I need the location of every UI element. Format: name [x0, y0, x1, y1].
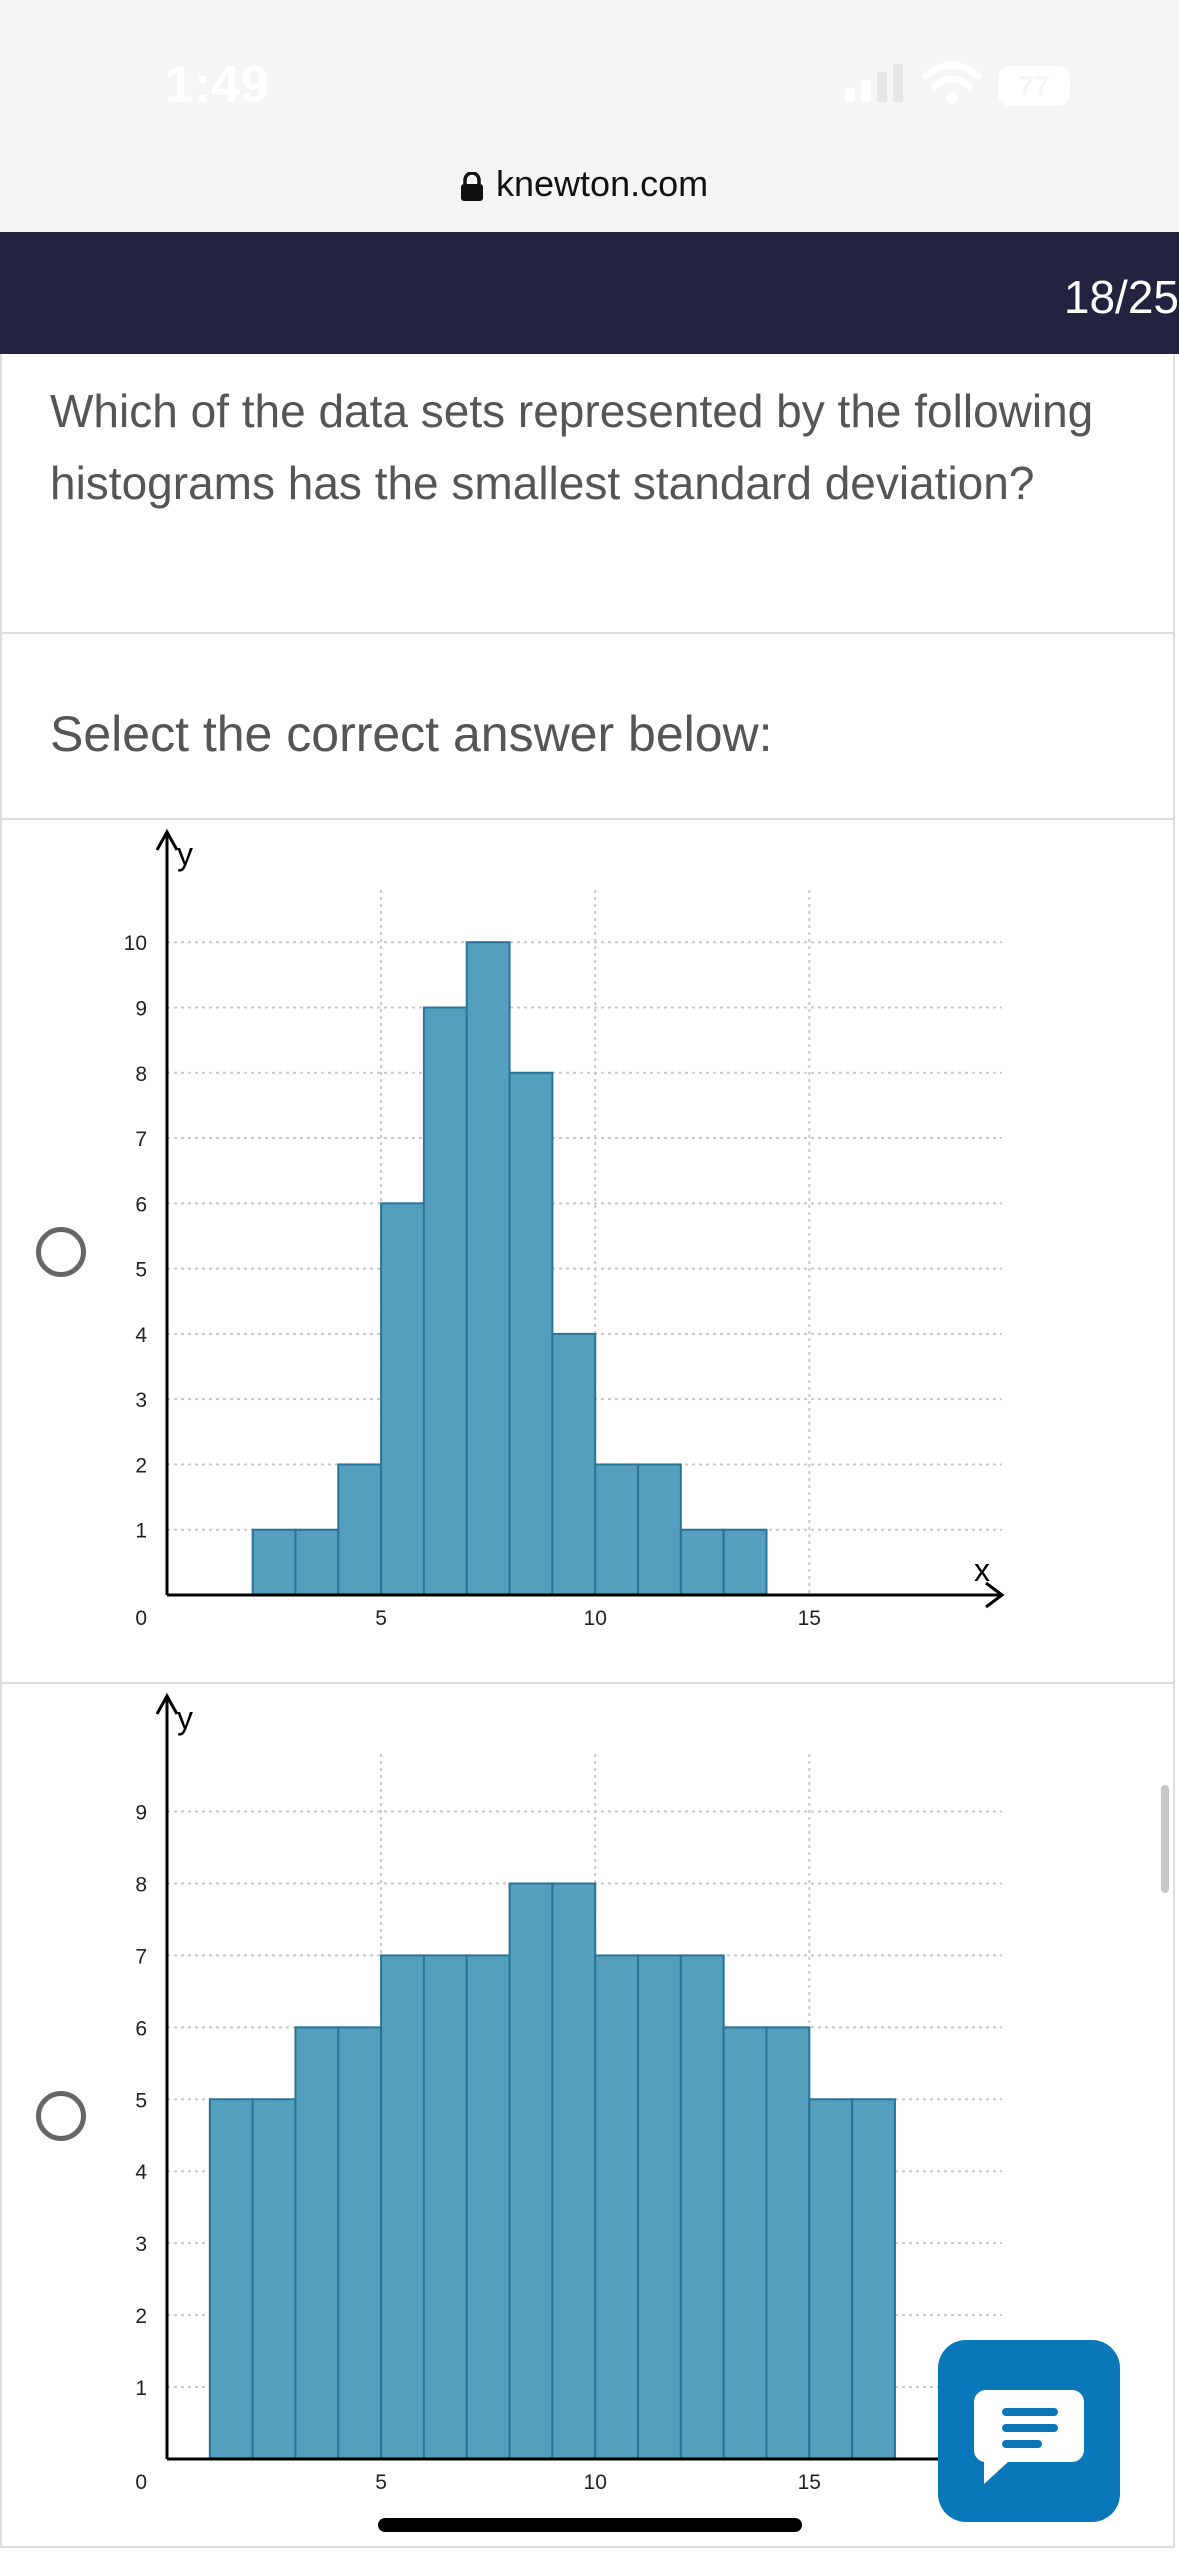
histogram-bar — [380, 1954, 425, 2460]
lock-icon — [461, 172, 483, 201]
histogram-bar — [594, 1463, 640, 1597]
x-tick-label: 15 — [798, 2471, 821, 2494]
y-tick-label: 9 — [135, 1802, 147, 1825]
histogram-bar — [251, 2098, 297, 2460]
x-axis-label: x — [974, 1552, 990, 1588]
answer-option-1[interactable]: y x 1 2 3 4 5 6 7 8 9 10 0 5 10 15 — [0, 820, 1175, 1684]
quiz-header — [0, 232, 1179, 354]
y-tick-label: 7 — [135, 1128, 147, 1151]
x-tick-label: 15 — [798, 1607, 821, 1630]
wifi-icon — [922, 61, 982, 104]
histogram-bar — [551, 1882, 597, 2460]
y-tick-label: 6 — [135, 2017, 147, 2040]
histogram-bar — [294, 1528, 340, 1597]
y-tick-label: 7 — [135, 1945, 147, 1968]
histogram-bar — [722, 1528, 768, 1597]
histogram-bar — [380, 1202, 425, 1596]
histogram-bar — [508, 1071, 554, 1596]
question-text: Which of the data sets represented by th… — [50, 385, 1094, 509]
histogram-bar — [422, 1954, 468, 2460]
y-tick-label: 1 — [135, 2377, 147, 2400]
histogram-bar — [337, 1463, 383, 1597]
histogram-bar — [679, 1954, 725, 2460]
chat-button[interactable] — [938, 2340, 1120, 2522]
histogram-bar — [637, 1463, 682, 1597]
x-tick-label: 10 — [584, 1607, 607, 1630]
y-tick-label: 10 — [124, 932, 147, 955]
histogram-bar — [679, 1528, 725, 1597]
histogram-bar — [594, 1954, 640, 2460]
histogram-1: y x 1 2 3 4 5 6 7 8 9 10 0 5 10 15 — [124, 828, 1005, 1630]
histogram-bar — [251, 1528, 297, 1597]
y-tick-label: 6 — [135, 1193, 147, 1216]
y-tick-label: 1 — [135, 1520, 147, 1543]
x-tick-label: 10 — [584, 2471, 607, 2494]
scrollbar[interactable] — [1161, 1785, 1169, 1893]
y-axis-label: y — [177, 1700, 193, 1736]
histogram-bar — [465, 1954, 511, 2460]
signal-icon — [845, 64, 903, 102]
histogram-bar — [851, 2098, 896, 2460]
y-tick-label: 3 — [135, 1389, 147, 1412]
histogram-bar — [465, 941, 511, 1596]
histogram-bar — [294, 2026, 340, 2460]
histogram-bar — [422, 1006, 468, 1596]
histogram-bar — [808, 2098, 854, 2460]
y-axis-label: y — [177, 836, 193, 872]
y-tick-label: 9 — [135, 998, 147, 1021]
y-tick-label: 5 — [135, 2089, 147, 2112]
x-tick-label: 5 — [375, 2471, 387, 2494]
y-tick-label: 5 — [135, 1259, 147, 1282]
chat-icon — [973, 2390, 1084, 2484]
instruction-text: Select the correct answer below: — [50, 706, 773, 762]
histogram-bar — [337, 2026, 383, 2460]
question-progress: 18/25 — [1063, 271, 1179, 323]
y-tick-label: 3 — [135, 2233, 147, 2256]
y-tick-label: 2 — [135, 2305, 147, 2328]
histogram-bar — [208, 2098, 254, 2460]
x-tick-label: 0 — [135, 1607, 147, 1630]
x-tick-label: 5 — [375, 1607, 387, 1630]
histogram-bar — [765, 2026, 811, 2460]
home-indicator — [378, 2518, 802, 2532]
status-time: 1:49 — [165, 56, 270, 114]
url-text[interactable]: knewton.com — [496, 163, 708, 205]
y-tick-label: 4 — [135, 2161, 147, 2184]
y-tick-label: 8 — [135, 1873, 147, 1896]
histogram-bar — [637, 1954, 682, 2460]
y-tick-label: 2 — [135, 1454, 147, 1477]
histogram-bar — [722, 2026, 768, 2460]
x-tick-label: 0 — [135, 2471, 147, 2494]
histogram-bar — [551, 1332, 597, 1597]
y-tick-label: 4 — [135, 1324, 147, 1347]
histogram-bar — [508, 1882, 554, 2460]
y-tick-label: 8 — [135, 1063, 147, 1086]
battery-icon: 77 — [998, 66, 1070, 106]
